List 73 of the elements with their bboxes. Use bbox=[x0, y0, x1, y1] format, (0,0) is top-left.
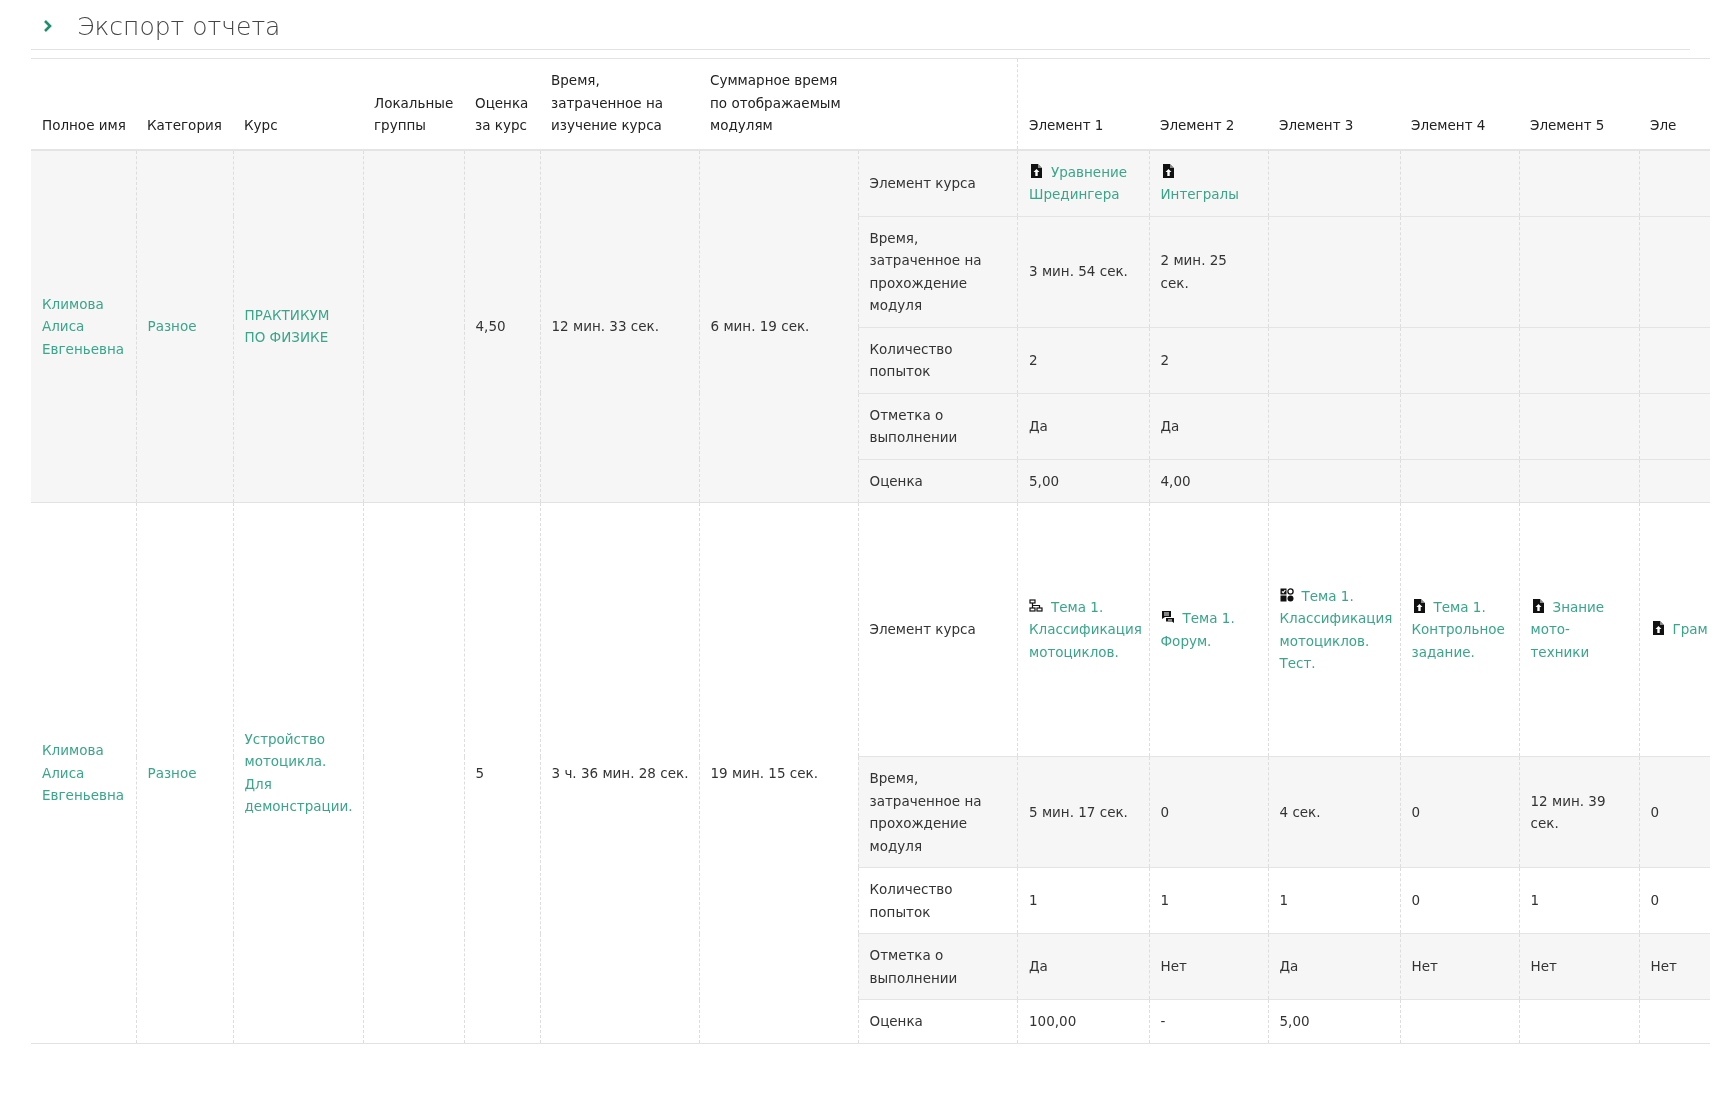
table-cell: Оценка bbox=[858, 459, 1018, 503]
table-cell: Отметка о выполнении bbox=[858, 933, 1018, 1000]
column-header: Элемент 5 bbox=[1519, 58, 1639, 150]
table-cell: 5,00 bbox=[1017, 459, 1149, 503]
table-cell: 4,00 bbox=[1149, 459, 1268, 503]
table-cell: Да bbox=[1149, 393, 1268, 459]
table-cell: 2 bbox=[1017, 327, 1149, 393]
table-cell: 2 bbox=[1149, 327, 1268, 393]
table-cell: 0 bbox=[1639, 756, 1710, 868]
column-header: Категория bbox=[136, 58, 233, 150]
column-header: Полное имя bbox=[31, 58, 136, 150]
column-header: Элемент 3 bbox=[1268, 58, 1400, 150]
column-header: Суммарное время по отображаемым модулям bbox=[699, 58, 858, 150]
column-header: Элемент 1 bbox=[1017, 58, 1149, 150]
link[interactable]: Устройство мотоцикла. Для демонстрации. bbox=[244, 727, 353, 818]
chat-icon bbox=[1160, 610, 1175, 624]
table-cell: Нет bbox=[1400, 933, 1519, 1000]
table-cell: Да bbox=[1017, 933, 1149, 1000]
table-cell: Количество попыток bbox=[858, 327, 1018, 393]
file-icon bbox=[1411, 598, 1426, 613]
table-cell: 100,00 bbox=[1017, 999, 1149, 1043]
table-cell: 5 bbox=[464, 502, 540, 1043]
link[interactable]: Климова Алиса Евгеньевна bbox=[42, 292, 126, 360]
link[interactable]: Тема 1. Форум. bbox=[1160, 607, 1258, 652]
table-cell: 0 bbox=[1400, 756, 1519, 868]
link[interactable]: Тема 1. Классификация мотоциклов. Тест. bbox=[1279, 584, 1390, 675]
link[interactable]: Грам bbox=[1650, 618, 1710, 641]
table-cell: 5 мин. 17 сек. bbox=[1017, 756, 1149, 868]
table-cell: 2 мин. 25 сек. bbox=[1149, 216, 1268, 327]
column-header: Оценка за курс bbox=[464, 58, 540, 150]
column-header: Время, затраченное на изучение курса bbox=[540, 58, 699, 150]
table-cell: 3 ч. 36 мин. 28 сек. bbox=[540, 502, 699, 1043]
column-header: Локальные группы bbox=[363, 58, 464, 150]
table-cell: Оценка bbox=[858, 999, 1018, 1043]
page-title: Экспорт отчета bbox=[77, 12, 281, 41]
file-icon bbox=[1029, 163, 1043, 178]
table-cell: 4 сек. bbox=[1268, 756, 1400, 868]
link[interactable]: Климова Алиса Евгеньевна bbox=[42, 739, 126, 807]
link[interactable]: Разное bbox=[147, 761, 223, 784]
table-cell: Время, затраченное на прохождение модуля bbox=[858, 756, 1018, 868]
hierarchy-icon bbox=[1029, 598, 1043, 613]
table-cell bbox=[1639, 327, 1710, 393]
table-cell: Нет bbox=[1639, 933, 1710, 1000]
table-cell: Нет bbox=[1149, 933, 1268, 1000]
table-cell: 0 bbox=[1149, 756, 1268, 868]
file-icon bbox=[1650, 621, 1665, 636]
table-cell: - bbox=[1149, 999, 1268, 1043]
column-header: Элемент 2 bbox=[1149, 58, 1268, 150]
table-cell: Время, затраченное на прохождение модуля bbox=[858, 216, 1018, 327]
column-header: Элемент 4 bbox=[1400, 58, 1519, 150]
table-cell: 4,50 bbox=[464, 149, 540, 503]
link[interactable]: Знание мото-техники bbox=[1530, 595, 1629, 664]
file-icon bbox=[1530, 598, 1545, 613]
file-icon bbox=[1160, 163, 1175, 178]
table-cell bbox=[1639, 149, 1710, 216]
link[interactable]: Тема 1. Контрольное задание. bbox=[1411, 595, 1509, 664]
table-cell: Отметка о выполнении bbox=[858, 393, 1018, 459]
quiz-icon bbox=[1279, 587, 1294, 602]
table-cell: Элемент курса bbox=[858, 149, 1018, 216]
table-cell: 3 мин. 54 сек. bbox=[1017, 216, 1149, 327]
column-header: Курс bbox=[233, 58, 363, 150]
table-cell: Да bbox=[1268, 933, 1400, 1000]
link[interactable]: ПРАКТИКУМ ПО ФИЗИКЕ bbox=[244, 303, 353, 349]
link[interactable]: Тема 1. Классификация мотоциклов. bbox=[1029, 595, 1139, 664]
table-cell: 6 мин. 19 сек. bbox=[699, 149, 858, 503]
table-cell: 5,00 bbox=[1268, 999, 1400, 1043]
table-cell: 12 мин. 39 сек. bbox=[1519, 756, 1639, 868]
table-cell: 12 мин. 33 сек. bbox=[540, 149, 699, 503]
column-header: Эле bbox=[1639, 58, 1710, 150]
table-cell bbox=[1639, 393, 1710, 459]
table-cell: Да bbox=[1017, 393, 1149, 459]
link[interactable]: Разное bbox=[147, 315, 223, 338]
table-cell: Нет bbox=[1519, 933, 1639, 1000]
